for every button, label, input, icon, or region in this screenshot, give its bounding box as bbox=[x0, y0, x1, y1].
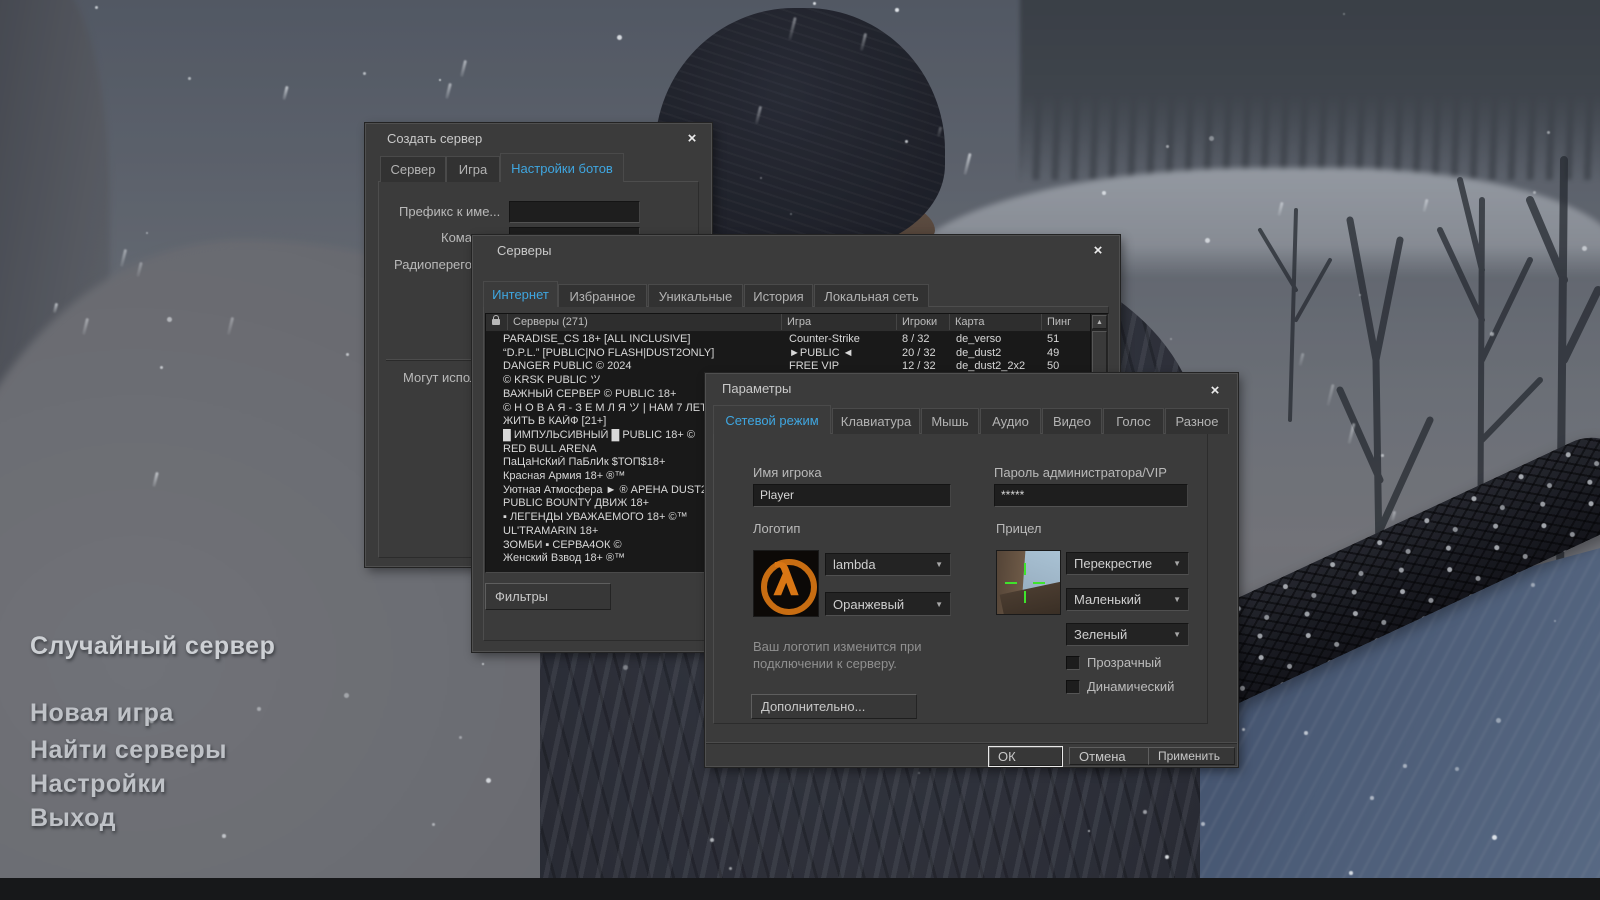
crosshair-color-dropdown[interactable]: Зеленый▼ bbox=[1066, 623, 1189, 646]
game-column-header[interactable]: Игра bbox=[782, 314, 897, 330]
tab-voice[interactable]: Голос bbox=[1103, 408, 1164, 434]
server-name-cell: DANGER PUBLIC © 2024 bbox=[503, 360, 780, 373]
window-options: Параметры × Сетевой режим Клавиатура Мыш… bbox=[705, 373, 1238, 767]
menu-item-random-server[interactable]: Случайный сервер bbox=[30, 632, 275, 661]
window-title: Серверы bbox=[497, 243, 551, 258]
scroll-up-icon[interactable]: ▲ bbox=[1092, 315, 1107, 329]
logo-color-dropdown[interactable]: Оранжевый▼ bbox=[825, 592, 951, 616]
server-players-cell: 12 / 32 bbox=[902, 360, 948, 373]
tab-mouse[interactable]: Мышь bbox=[921, 408, 979, 434]
tab-video[interactable]: Видео bbox=[1042, 408, 1102, 434]
crosshair-top bbox=[1024, 563, 1026, 575]
ok-button[interactable]: ОК bbox=[989, 747, 1062, 766]
advanced-button[interactable]: Дополнительно... bbox=[751, 694, 917, 719]
dynamic-label: Динамический bbox=[1087, 679, 1174, 694]
tab-internet[interactable]: Интернет bbox=[483, 281, 558, 307]
close-icon[interactable]: × bbox=[1089, 242, 1107, 260]
options-titlebar[interactable]: Параметры × bbox=[706, 374, 1237, 402]
lock-icon bbox=[492, 319, 500, 325]
server-game-cell: FREE VIP bbox=[789, 360, 895, 373]
ping-column-header[interactable]: Пинг bbox=[1042, 314, 1091, 330]
crosshair-size-dropdown[interactable]: Маленький▼ bbox=[1066, 588, 1189, 611]
server-map-cell: de_verso bbox=[956, 333, 1040, 346]
logo-type-dropdown[interactable]: lambda▼ bbox=[825, 553, 951, 576]
tab-network-mode[interactable]: Сетевой режим bbox=[713, 405, 831, 434]
filters-button[interactable]: Фильтры bbox=[485, 583, 611, 610]
player-name-input[interactable]: Player bbox=[753, 484, 951, 507]
close-icon[interactable]: × bbox=[683, 130, 701, 148]
chevron-down-icon: ▼ bbox=[1173, 595, 1181, 604]
server-map-cell: de_dust2_2x2 bbox=[956, 360, 1040, 373]
server-players-cell: 8 / 32 bbox=[902, 333, 948, 346]
tab-audio[interactable]: Аудио bbox=[980, 408, 1041, 434]
menu-item-find-servers[interactable]: Найти серверы bbox=[30, 736, 227, 765]
letterbox-bar bbox=[0, 878, 1600, 900]
tab-server[interactable]: Сервер bbox=[380, 156, 446, 182]
prefix-input[interactable] bbox=[509, 201, 640, 223]
tab-history[interactable]: История bbox=[744, 284, 813, 307]
apply-button[interactable]: Применить bbox=[1148, 747, 1235, 765]
server-map-cell: de_dust2 bbox=[956, 347, 1040, 360]
admin-password-input[interactable]: ***** bbox=[994, 484, 1188, 507]
tab-unique[interactable]: Уникальные bbox=[648, 284, 743, 307]
menu-item-new-game[interactable]: Новая игра bbox=[30, 699, 174, 728]
prefix-label: Префикс к име... bbox=[399, 204, 499, 219]
chevron-down-icon: ▼ bbox=[935, 560, 943, 569]
servers-column-header[interactable]: Серверы (271) bbox=[508, 314, 782, 330]
crosshair-left bbox=[1005, 582, 1017, 584]
logo-label: Логотип bbox=[753, 521, 800, 536]
footer-divider bbox=[706, 742, 1237, 743]
tab-bot-settings[interactable]: Настройки ботов bbox=[500, 153, 624, 182]
game-screen: Случайный сервер Новая игра Найти сервер… bbox=[0, 0, 1600, 900]
tab-lan[interactable]: Локальная сеть bbox=[814, 284, 929, 307]
chevron-down-icon: ▼ bbox=[1173, 630, 1181, 639]
logo-note: Ваш логотип изменится при подключении к … bbox=[753, 638, 922, 672]
server-list-header: Серверы (271) Игра Игроки Карта Пинг bbox=[486, 314, 1108, 332]
player-name-label: Имя игрока bbox=[753, 465, 822, 480]
server-ping-cell: 51 bbox=[1047, 333, 1087, 346]
server-row[interactable]: “D.P.L.” [PUBLIC|NO FLASH|DUST2ONLY] ►PU… bbox=[486, 347, 1091, 361]
tab-misc[interactable]: Разное bbox=[1165, 408, 1229, 434]
crosshair-label: Прицел bbox=[996, 521, 1042, 536]
logo-preview: λ bbox=[753, 550, 819, 617]
server-game-cell: ►PUBLIC ◄ bbox=[789, 347, 895, 360]
menu-item-exit[interactable]: Выход bbox=[30, 804, 116, 833]
server-name-cell: PARADISE_CS 18+ [ALL INCLUSIVE] bbox=[503, 333, 780, 346]
server-ping-cell: 49 bbox=[1047, 347, 1087, 360]
admin-password-label: Пароль администратора/VIP bbox=[994, 465, 1167, 480]
server-players-cell: 20 / 32 bbox=[902, 347, 948, 360]
crosshair-right bbox=[1033, 582, 1045, 584]
players-column-header[interactable]: Игроки bbox=[897, 314, 950, 330]
window-title: Создать сервер bbox=[387, 131, 482, 146]
lambda-icon: λ bbox=[754, 555, 818, 606]
servers-titlebar[interactable]: Серверы × bbox=[473, 236, 1119, 264]
transparent-label: Прозрачный bbox=[1087, 655, 1161, 670]
window-title: Параметры bbox=[722, 381, 791, 396]
crosshair-bottom bbox=[1024, 591, 1026, 603]
transparent-checkbox[interactable] bbox=[1066, 656, 1080, 670]
server-row[interactable]: PARADISE_CS 18+ [ALL INCLUSIVE] Counter-… bbox=[486, 333, 1091, 347]
chevron-down-icon: ▼ bbox=[935, 600, 943, 609]
dynamic-checkbox[interactable] bbox=[1066, 680, 1080, 694]
crosshair-preview bbox=[996, 550, 1061, 615]
scroll-thumb[interactable] bbox=[1092, 331, 1107, 373]
close-icon[interactable]: × bbox=[1206, 382, 1224, 400]
tab-favorites[interactable]: Избранное bbox=[558, 284, 647, 307]
crosshair-type-dropdown[interactable]: Перекрестие▼ bbox=[1066, 552, 1189, 575]
tab-game[interactable]: Игра bbox=[446, 156, 500, 182]
map-column-header[interactable]: Карта bbox=[950, 314, 1042, 330]
create-server-titlebar[interactable]: Создать сервер × bbox=[366, 124, 711, 152]
server-ping-cell: 50 bbox=[1047, 360, 1087, 373]
lock-column-header[interactable] bbox=[486, 314, 508, 330]
server-name-cell: “D.P.L.” [PUBLIC|NO FLASH|DUST2ONLY] bbox=[503, 347, 780, 360]
command-label: Кома bbox=[441, 230, 472, 245]
menu-item-settings[interactable]: Настройки bbox=[30, 770, 166, 799]
chevron-down-icon: ▼ bbox=[1173, 559, 1181, 568]
radio-label: Радиоперегов bbox=[394, 257, 479, 272]
tab-keyboard[interactable]: Клавиатура bbox=[832, 408, 920, 434]
server-game-cell: Counter-Strike bbox=[789, 333, 895, 346]
